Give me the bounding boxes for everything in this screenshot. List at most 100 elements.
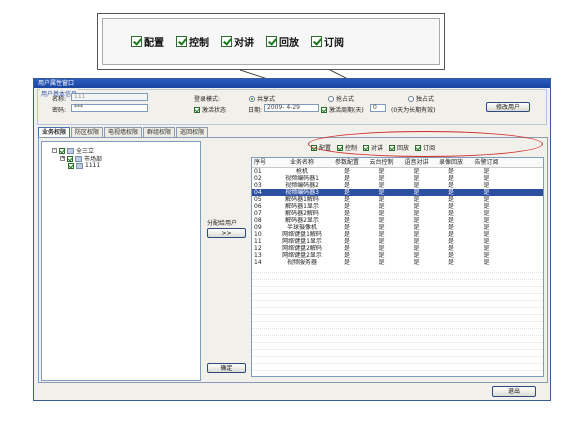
modify-user-button[interactable]: 修改用户 bbox=[486, 102, 530, 112]
callout-check-intercom[interactable]: 对讲 bbox=[221, 34, 254, 49]
activate-checkbox[interactable]: 激活状态 bbox=[194, 105, 226, 114]
table-cell: 是 bbox=[447, 196, 454, 203]
callout-check-playback[interactable]: 回放 bbox=[266, 34, 299, 49]
table-row[interactable]: 09 半球摄像机 是 是 是 是 是 bbox=[252, 224, 543, 231]
column-header[interactable]: 告警订阅 bbox=[468, 158, 505, 167]
table-row[interactable]: 03 视频编码器2 是 是 是 是 是 bbox=[252, 182, 543, 189]
checkbox-icon[interactable] bbox=[59, 147, 65, 154]
assign-button[interactable]: >> bbox=[207, 228, 246, 238]
table-cell: 是 bbox=[483, 210, 490, 217]
table-row[interactable]: 08 解码器2显示 是 是 是 是 是 bbox=[252, 217, 543, 224]
callout-check-subscribe[interactable]: 订阅 bbox=[311, 34, 344, 49]
table-row-empty bbox=[252, 280, 543, 287]
table-cell: 是 bbox=[483, 203, 490, 210]
radio-icon bbox=[408, 95, 414, 102]
tree-node-user[interactable]: 1111 bbox=[68, 162, 100, 169]
table-cell: 是 bbox=[378, 189, 385, 196]
exit-button[interactable]: 退出 bbox=[492, 386, 536, 397]
password-field[interactable]: *** bbox=[71, 104, 148, 112]
table-cell: 01 bbox=[254, 168, 262, 175]
table-row-empty bbox=[252, 364, 543, 371]
table-cell: 是 bbox=[378, 168, 385, 175]
table-cell: 是 bbox=[378, 252, 385, 259]
table-row[interactable]: 06 解码器1显示 是 是 是 是 是 bbox=[252, 203, 543, 210]
column-header[interactable]: 录像回放 bbox=[434, 158, 468, 167]
table-cell: 是 bbox=[343, 182, 350, 189]
table-cell: 是 bbox=[447, 210, 454, 217]
radio-shared[interactable]: 共享式 bbox=[249, 94, 275, 103]
table-cell: 是 bbox=[343, 189, 350, 196]
date-field[interactable]: 2009- 4-29 bbox=[264, 104, 319, 112]
table-row-empty bbox=[252, 336, 543, 343]
checkbox-icon bbox=[321, 106, 327, 113]
table-cell: 是 bbox=[413, 217, 420, 224]
confirm-button[interactable]: 确定 bbox=[207, 363, 246, 373]
table-row[interactable]: 14 视频服务器 是 是 是 是 是 bbox=[252, 259, 543, 266]
tab-business[interactable]: 业务权限 bbox=[38, 127, 71, 137]
table-body: 01 枪机是是是是是 02 视频编码器1 是是是是是 03 视频编码器2 是是是是是 04 视频编… bbox=[252, 168, 543, 376]
table-cell: 是 bbox=[343, 217, 350, 224]
table-row-empty bbox=[252, 350, 543, 357]
folder-icon bbox=[75, 155, 82, 162]
table-row[interactable]: 13 网络键盘2显示 是 是 是 是 是 bbox=[252, 252, 543, 259]
table-row[interactable]: 04 视频编码器3 是 是 是 是 是 bbox=[252, 189, 543, 196]
table-row-empty bbox=[252, 322, 543, 329]
tab-patrol[interactable]: 巡回权限 bbox=[176, 127, 209, 137]
activate-period-field[interactable]: 0 bbox=[370, 104, 386, 112]
table-cell: 是 bbox=[483, 196, 490, 203]
checkbox-icon bbox=[221, 36, 232, 47]
table-cell: 是 bbox=[343, 203, 350, 210]
table-cell: 是 bbox=[483, 231, 490, 238]
table-row-empty bbox=[252, 357, 543, 364]
table-cell: 是 bbox=[378, 224, 385, 231]
radio-icon bbox=[249, 95, 255, 102]
folder-icon bbox=[67, 147, 74, 154]
column-header[interactable]: 云台控制 bbox=[364, 158, 399, 167]
callout-check-control[interactable]: 控制 bbox=[176, 34, 209, 49]
tab-tvwall[interactable]: 电视墙权限 bbox=[104, 127, 143, 137]
password-label: 密码: bbox=[52, 107, 67, 114]
table-row[interactable]: 02 视频编码器1 是 是 是 是 是 bbox=[252, 175, 543, 182]
callout-check-config[interactable]: 配置 bbox=[131, 34, 164, 49]
table-row[interactable]: 11 网络键盘1显示 是 是 是 是 是 bbox=[252, 238, 543, 245]
business-table[interactable]: 序号 业务名称 参数配置 云台控制 语音对讲 录像回放 告警订阅 01 枪机是是是… bbox=[251, 157, 544, 377]
org-tree[interactable]: - 全三立 + 市场部 1111 bbox=[41, 141, 201, 381]
column-header[interactable]: 序号 bbox=[252, 158, 274, 167]
checkbox-icon bbox=[131, 36, 142, 47]
login-mode-label: 登录模式: bbox=[194, 96, 221, 103]
table-row[interactable]: 12 网络键盘2解码 是 是 是 是 是 bbox=[252, 245, 543, 252]
table-row-empty bbox=[252, 301, 543, 308]
table-row[interactable]: 10 网络键盘1解码 是 是 是 是 是 bbox=[252, 231, 543, 238]
table-row[interactable]: 05 解码器1解码 是 是 是 是 是 bbox=[252, 196, 543, 203]
checkbox-icon[interactable] bbox=[67, 155, 73, 162]
collapse-icon[interactable]: - bbox=[52, 148, 57, 153]
table-cell: 是 bbox=[483, 238, 490, 245]
table-row-empty bbox=[252, 287, 543, 294]
table-cell: 是 bbox=[343, 231, 350, 238]
column-header[interactable]: 业务名称 bbox=[274, 158, 330, 167]
activate-period-checkbox[interactable]: 激活周期(天) bbox=[321, 105, 364, 114]
table-row[interactable]: 01 枪机 是 是 是 是 是 bbox=[252, 168, 543, 175]
table-cell: 网络键盘1显示 bbox=[282, 238, 322, 245]
name-field[interactable]: 111 bbox=[71, 93, 148, 101]
table-cell: 是 bbox=[413, 168, 420, 175]
expand-icon[interactable]: + bbox=[60, 156, 65, 161]
window-titlebar[interactable]: 用户属性窗口 bbox=[34, 79, 550, 88]
checkbox-icon[interactable] bbox=[68, 162, 74, 169]
table-cell: 是 bbox=[343, 252, 350, 259]
column-header[interactable]: 参数配置 bbox=[330, 158, 364, 167]
column-header[interactable]: 语音对讲 bbox=[399, 158, 434, 167]
radio-preempt[interactable]: 抢占式 bbox=[328, 94, 354, 103]
table-row[interactable]: 07 解码器2解码 是 是 是 是 是 bbox=[252, 210, 543, 217]
checkbox-icon bbox=[176, 36, 187, 47]
business-permission-panel: - 全三立 + 市场部 1111 分配给用户 >> 确定 配置 控制 对讲 回放 订… bbox=[38, 137, 548, 383]
tab-zone[interactable]: 防区权限 bbox=[71, 127, 104, 137]
table-cell: 是 bbox=[483, 168, 490, 175]
tab-group[interactable]: 群组权限 bbox=[143, 127, 176, 137]
name-label: 名称: bbox=[52, 96, 67, 103]
radio-exclusive[interactable]: 独占式 bbox=[408, 94, 434, 103]
table-cell: 是 bbox=[413, 224, 420, 231]
table-cell: 是 bbox=[483, 252, 490, 259]
table-cell: 是 bbox=[343, 245, 350, 252]
checkbox-icon bbox=[266, 36, 277, 47]
